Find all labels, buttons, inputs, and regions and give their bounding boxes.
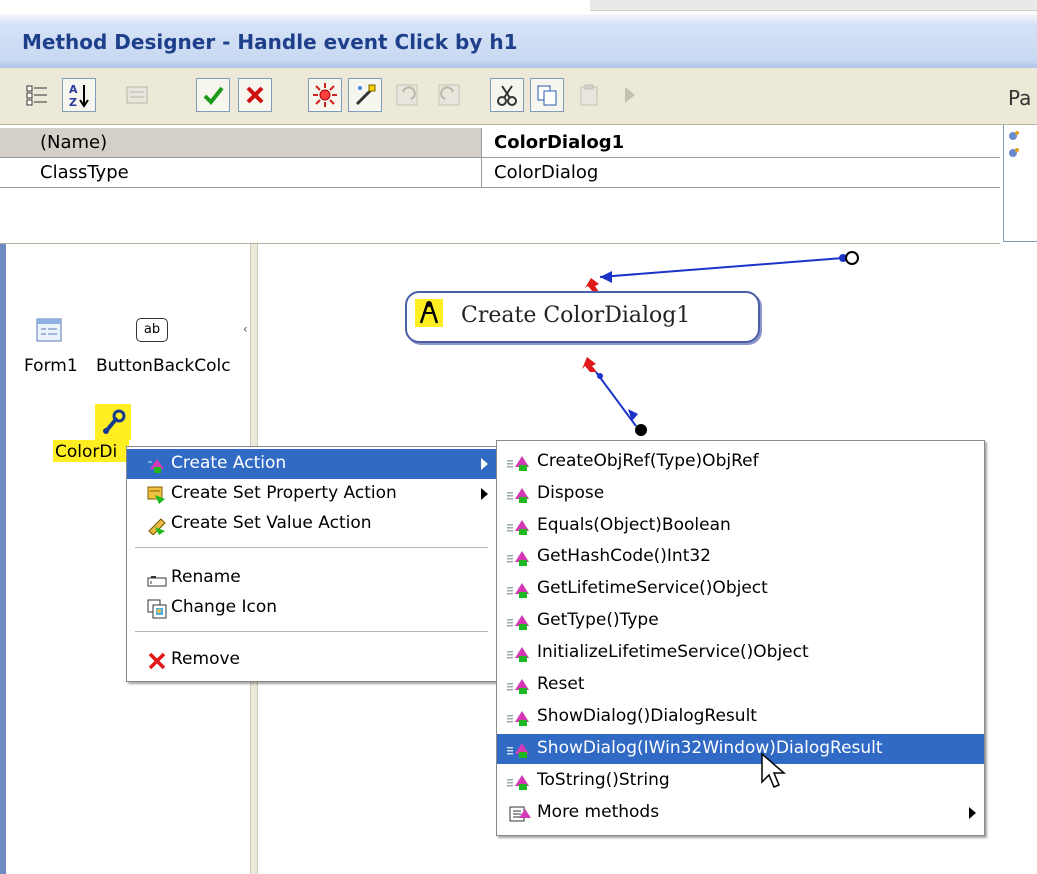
- set-value-icon: [148, 518, 166, 535]
- method-icon: [507, 551, 529, 566]
- submenu-item-gethashcode[interactable]: GetHashCode()Int32: [497, 542, 984, 572]
- submenu-item-showdialog-iwin32window[interactable]: ShowDialog(IWin32Window)DialogResult: [497, 734, 984, 764]
- method-icon: [507, 679, 529, 694]
- method-icon: [507, 583, 529, 598]
- submenu-item-gettype[interactable]: GetType()Type: [497, 606, 984, 636]
- method-icon: [507, 456, 529, 471]
- submenu-item-tostring[interactable]: ToString()String: [497, 766, 984, 796]
- menu-item-change-icon[interactable]: Change Icon: [127, 593, 496, 623]
- submenu-item-showdialog[interactable]: ShowDialog()DialogResult: [497, 702, 984, 732]
- context-menu: Create Action Create Set Property Action…: [126, 446, 497, 682]
- submenu-arrow-icon: [969, 807, 976, 819]
- submenu-arrow-icon: [481, 488, 488, 500]
- submenu-item-getlifetimeservice[interactable]: GetLifetimeService()Object: [497, 574, 984, 604]
- action-node-label: Create ColorDialog1: [461, 303, 691, 328]
- method-icon: [507, 488, 529, 503]
- menu-item-create-action[interactable]: Create Action: [127, 449, 496, 479]
- submenu-arrow-icon: [481, 458, 488, 470]
- rename-icon: [147, 576, 167, 587]
- property-icon: [147, 486, 165, 504]
- action-node[interactable]: Create ColorDialog1: [405, 291, 760, 343]
- method-icon: [507, 615, 529, 630]
- action-node-icon: [415, 299, 443, 327]
- submenu-item-dispose[interactable]: Dispose: [497, 479, 984, 509]
- menu-item-create-set-property-action[interactable]: Create Set Property Action: [127, 479, 496, 509]
- submenu-item-initializelifetimeservice[interactable]: InitializeLifetimeService()Object: [497, 638, 984, 668]
- menu-item-rename[interactable]: Rename: [127, 563, 496, 593]
- menu-item-create-set-value-action[interactable]: Create Set Value Action: [127, 509, 496, 539]
- method-icon: [507, 520, 529, 535]
- create-action-submenu: CreateObjRef(Type)ObjRef Dispose Equals(…: [496, 440, 985, 836]
- submenu-item-more-methods[interactable]: More methods: [497, 798, 984, 828]
- more-methods-icon: [509, 806, 531, 822]
- action-icon: [148, 459, 164, 473]
- remove-x-icon: [148, 652, 166, 670]
- method-icon: [507, 711, 529, 726]
- method-icon: [507, 775, 529, 790]
- submenu-item-createobjref[interactable]: CreateObjRef(Type)ObjRef: [497, 447, 984, 477]
- method-icon: [507, 647, 529, 662]
- menu-item-remove[interactable]: Remove: [127, 645, 496, 675]
- submenu-item-reset[interactable]: Reset: [497, 670, 984, 700]
- mouse-cursor-icon: [761, 752, 787, 788]
- method-icon: [507, 743, 529, 758]
- change-icon-icon: [147, 599, 167, 619]
- submenu-item-equals[interactable]: Equals(Object)Boolean: [497, 511, 984, 541]
